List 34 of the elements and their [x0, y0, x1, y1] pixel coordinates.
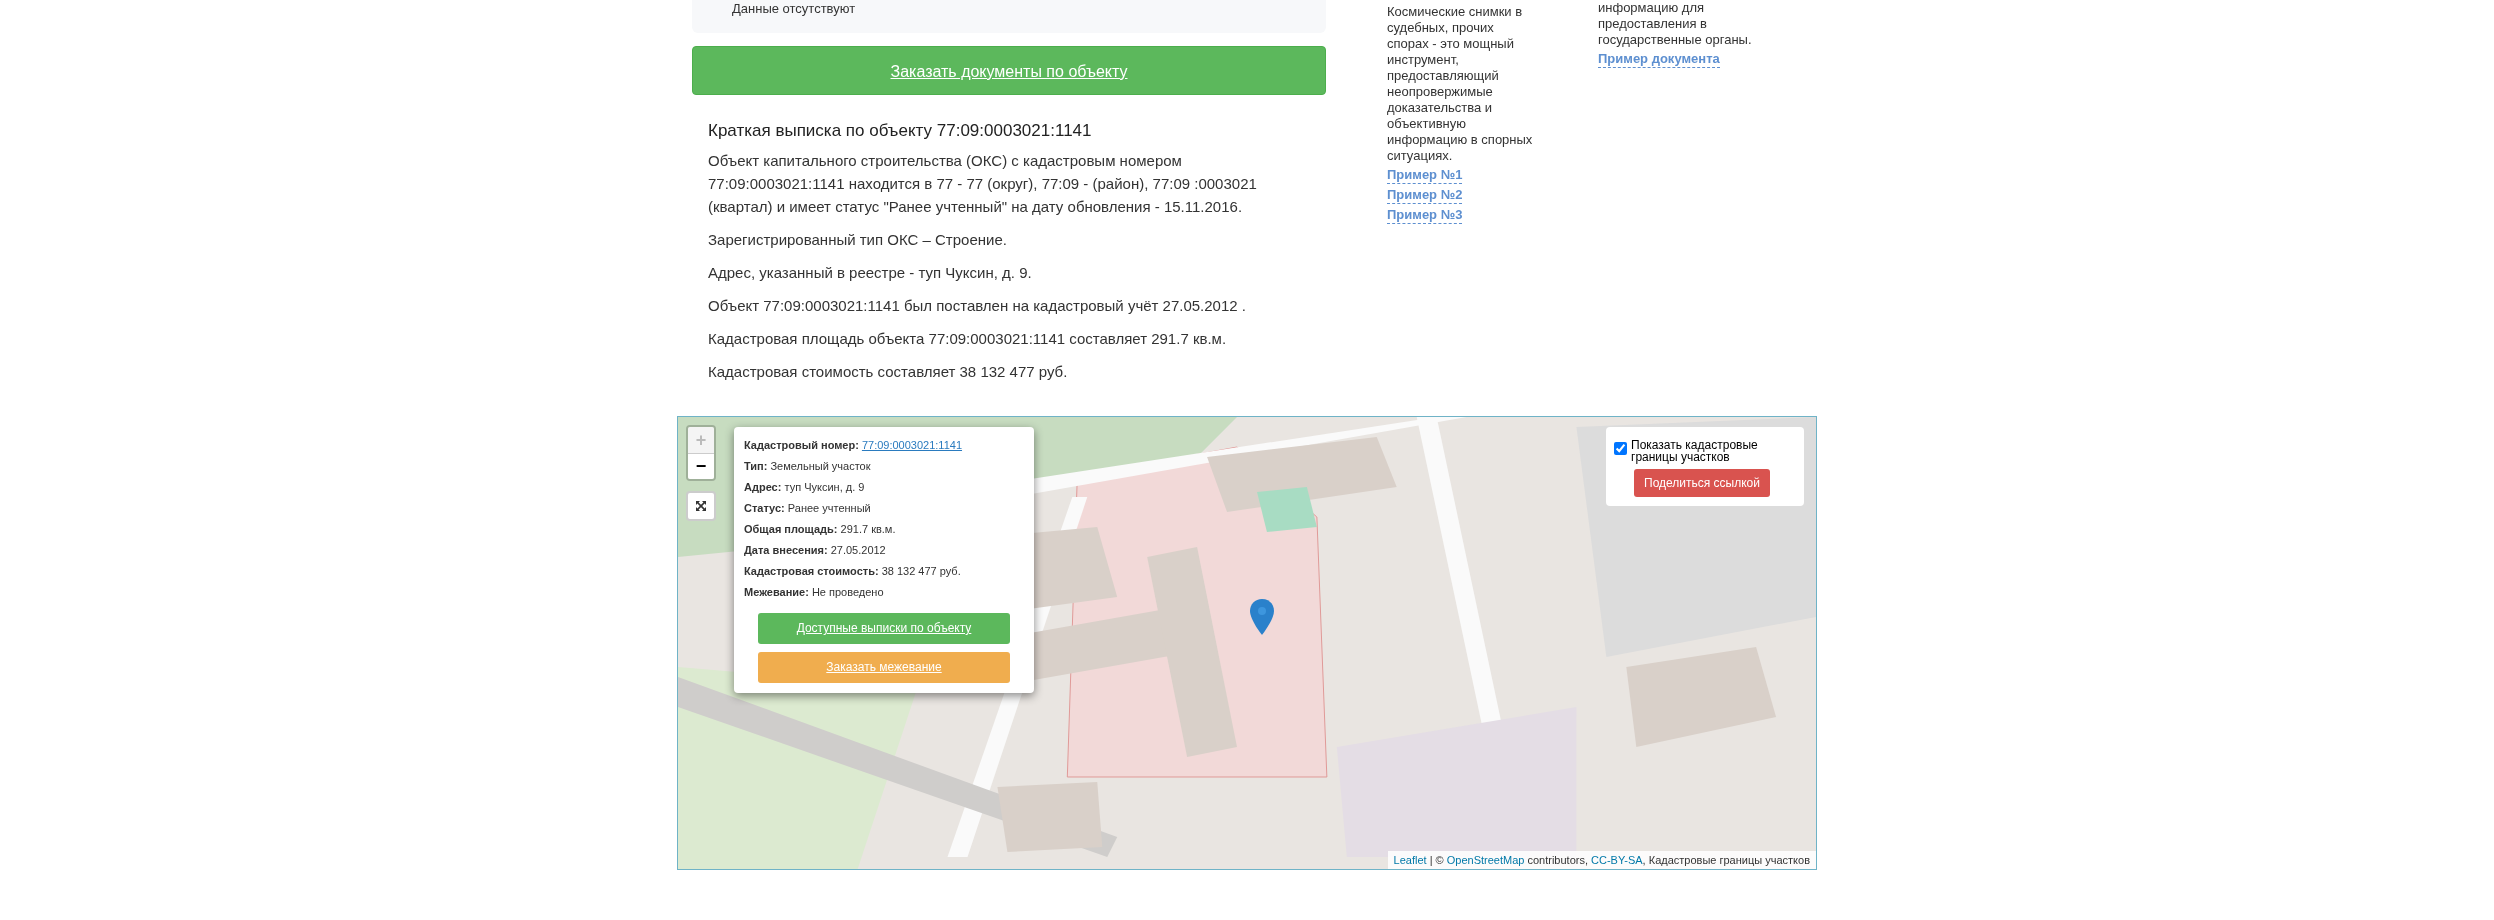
extract-paragraph: Объект 77:09:0003021:1141 был поставлен на кадастровый учёт 27.05.2012 . — [708, 296, 1247, 316]
popup-field: Межевание: Не проведено — [744, 582, 1024, 603]
document-description: информацию для предоставления в государственные органы. — [1598, 0, 1753, 48]
popup-field: Тип: Земельный участок — [744, 456, 1024, 477]
popup-field: Статус: Ранее учтенный — [744, 498, 1024, 519]
example-link[interactable]: Пример №1 — [1387, 166, 1463, 184]
attribution-text: Leaflet | © OpenStreetMap contributors, CC-BY-SA, Кадастровые границы участков — [1387, 851, 1816, 869]
no-data-text: Данные отсутствуют — [732, 0, 857, 16]
extract-paragraph: Кадастровая площадь объекта 77:09:0003021:1141 составляет 291.7 кв.м. — [708, 329, 1228, 349]
order-documents-button[interactable]: Заказать документы по объекту — [692, 46, 1326, 95]
extract-paragraph: Зарегистрированный тип ОКС – Строение. — [708, 230, 1008, 250]
extract-paragraph: Адрес, указанный в реестре - туп Чуксин, д. 9. — [708, 263, 1033, 283]
available-extracts-button[interactable]: Доступные выписки по объекту — [758, 613, 1010, 644]
boundaries-checkbox[interactable] — [1614, 442, 1627, 455]
zoom-in-button[interactable]: + — [688, 427, 714, 453]
sports-field — [1257, 487, 1317, 532]
extract-title: Краткая выписка по объекту 77:09:0003021:1141 — [708, 121, 1093, 141]
popup-field: Адрес: туп Чуксин, д. 9 — [744, 477, 1024, 498]
popup-field: Дата внесения: 27.05.2012 — [744, 540, 1024, 561]
popup-field: Кадастровый номер: 77:09:0003021:1141 — [744, 435, 1024, 456]
popup-field: Общая площадь: 291.7 кв.м. — [744, 519, 1024, 540]
extract-paragraph: Кадастровая стоимость составляет 38 132 477 руб. — [708, 362, 1069, 382]
document-example-link[interactable]: Пример документа — [1598, 50, 1720, 68]
share-link-button[interactable]: Поделиться ссылкой — [1634, 469, 1770, 497]
order-survey-button[interactable]: Заказать межевание — [758, 652, 1010, 683]
map-marker-icon[interactable] — [1250, 599, 1274, 635]
popup-field: Кадастровая стоимость: 38 132 477 руб. — [744, 561, 1024, 582]
satellite-description: Космические снимки в судебных, прочих спорах - это мощный инструмент, предоставляющий неопровержимые доказательства и объективную информацию в спорных ситуациях. — [1387, 4, 1534, 164]
extract-paragraph: Объект капитального строительства (ОКС) с кадастровым номером 77:09:0003021:1141 находится в 77 - 77 (округ), 77:09 - (район), 77:09 :0003021 (квартал) и имеет статус "Ранее учтенный" на дату обновления - 15.11.2016. — [708, 151, 1258, 217]
zoom-out-button[interactable]: − — [688, 453, 714, 479]
example-link[interactable]: Пример №2 — [1387, 186, 1463, 204]
fullscreen-icon[interactable] — [686, 491, 716, 521]
checkbox-label: Показать кадастровые границы участков — [1631, 439, 1759, 463]
example-link[interactable]: Пример №3 — [1387, 206, 1463, 224]
